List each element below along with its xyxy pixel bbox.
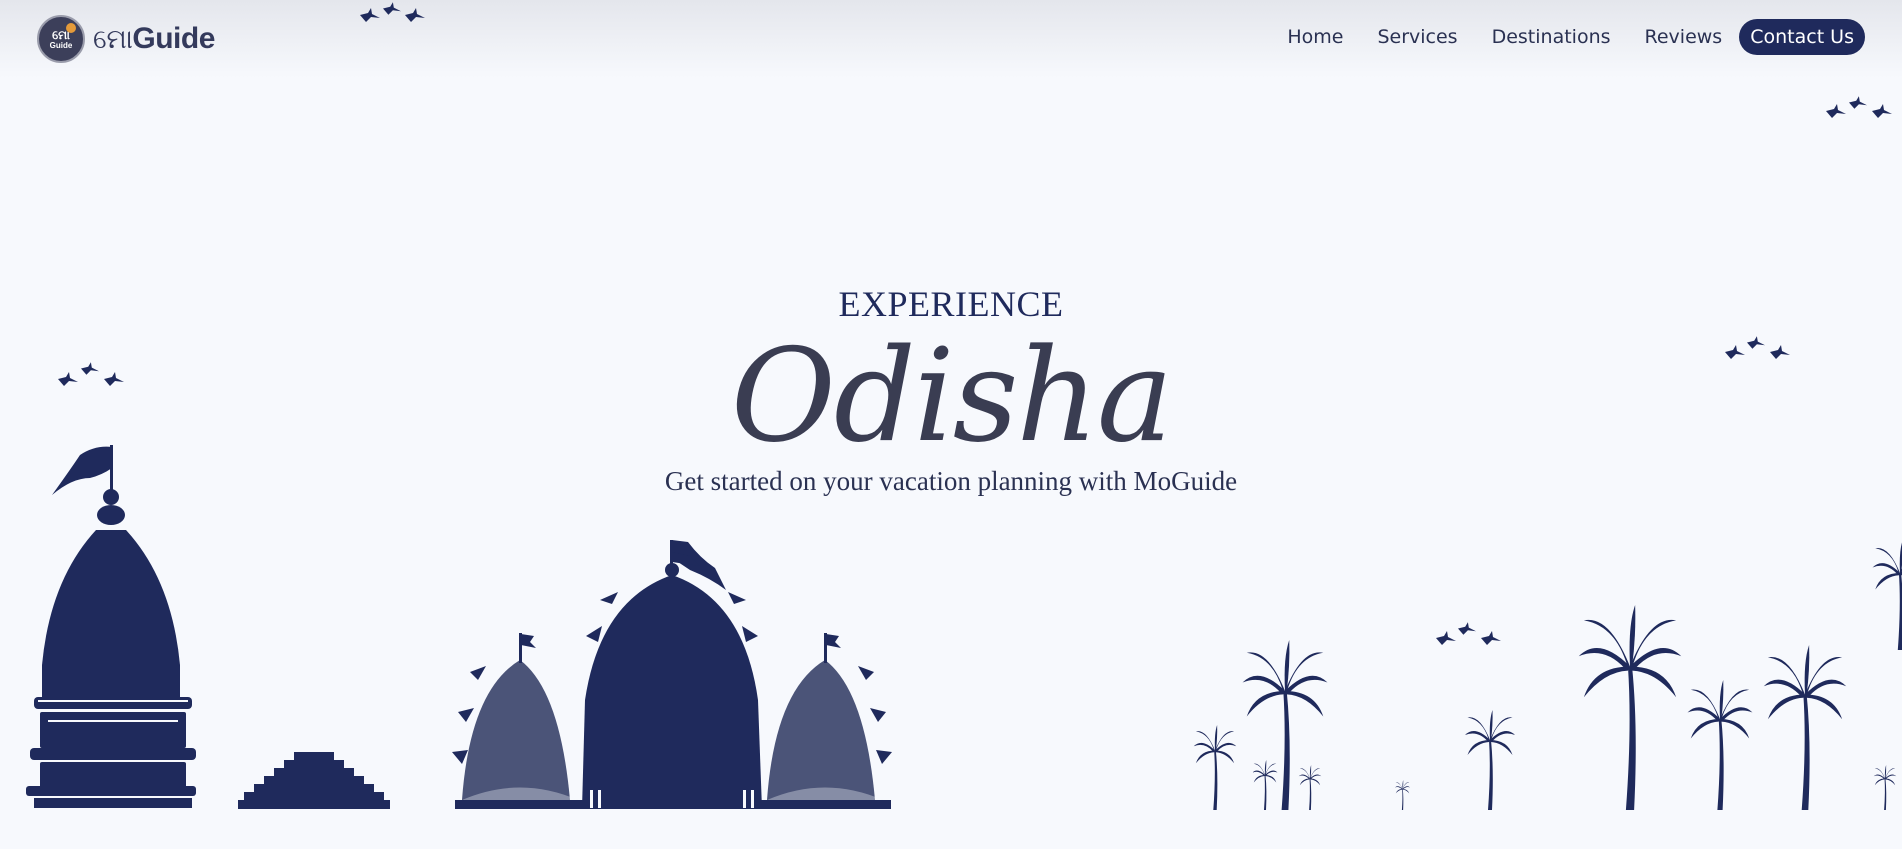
bird-flock-icon (1436, 622, 1501, 645)
jagannath-temple-silhouette (452, 540, 892, 809)
bird-flock-icon (58, 362, 124, 386)
stepped-monument-silhouette (238, 752, 390, 809)
bird-flock-icon (360, 2, 425, 22)
palm-tree-silhouette (1193, 540, 1902, 810)
hero-skyline-illustration (26, 2, 1902, 810)
bird-flock-icon (1725, 336, 1790, 359)
bird-flock-icon (1826, 96, 1892, 118)
left-temple-silhouette (26, 445, 196, 808)
